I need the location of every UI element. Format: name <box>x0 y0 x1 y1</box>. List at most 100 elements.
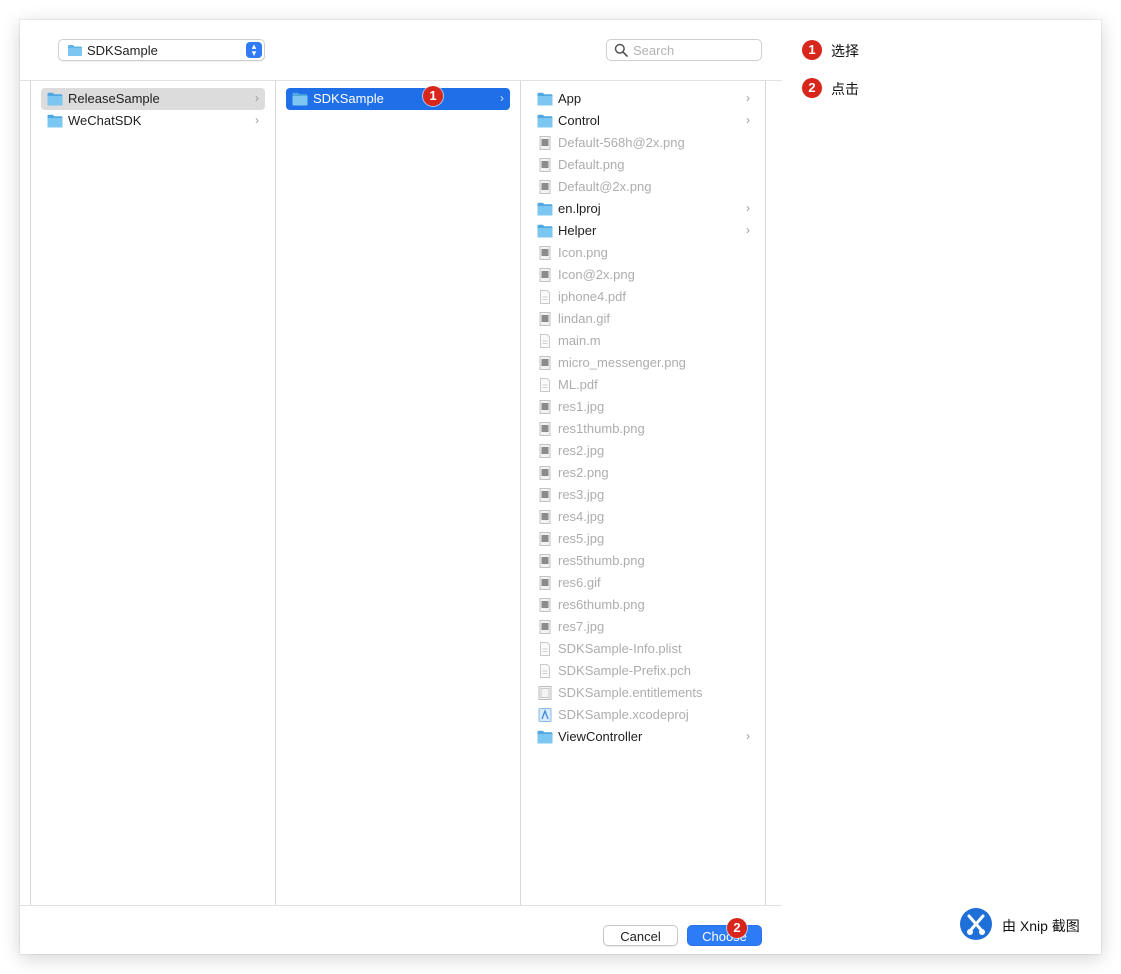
chevron-right-icon: › <box>746 223 750 237</box>
pdf-file-icon <box>537 290 553 304</box>
footer-divider <box>20 905 782 906</box>
open-panel-dialog: SDKSample ▴▾ ReleaseSample › WeChatSDK › SD… <box>20 20 782 954</box>
file-row[interactable]: SDKSample-Prefix.pch <box>531 660 756 682</box>
item-name: SDKSample.entitlements <box>558 685 703 700</box>
chevron-up-down-icon: ▴ ▾ <box>246 42 262 58</box>
item-name: res1thumb.png <box>558 421 645 436</box>
file-row[interactable]: res5thumb.png <box>531 550 756 572</box>
browser-column-3: App › Control › Default-568h@2x.png Default.p… <box>521 81 766 905</box>
folder-icon <box>537 202 553 216</box>
file-row[interactable]: res6thumb.png <box>531 594 756 616</box>
folder-row[interactable]: App › <box>531 88 756 110</box>
image-file-icon <box>537 180 553 194</box>
file-row[interactable]: ML.pdf <box>531 374 756 396</box>
item-name: res5thumb.png <box>558 553 645 568</box>
item-name: Control <box>558 113 600 128</box>
item-name: res7.jpg <box>558 619 605 634</box>
file-row[interactable]: SDKSample.xcodeproj <box>531 704 756 726</box>
cancel-button[interactable]: Cancel <box>603 925 678 946</box>
search-field[interactable] <box>606 39 762 61</box>
step-badge: 1 <box>802 40 822 60</box>
image-file-icon <box>537 136 553 150</box>
chevron-right-icon: › <box>500 91 504 105</box>
column-browser: ReleaseSample › WeChatSDK › SDKSample › 1 App… <box>30 81 766 905</box>
file-row[interactable]: iphone4.pdf <box>531 286 756 308</box>
folder-icon <box>67 44 83 62</box>
folder-row[interactable]: ViewController › <box>531 726 756 748</box>
xnip-logo-icon <box>960 908 992 940</box>
folder-icon <box>292 92 308 106</box>
file-row[interactable]: lindan.gif <box>531 308 756 330</box>
item-name: res2.png <box>558 465 609 480</box>
column-rows: SDKSample › 1 <box>276 81 520 110</box>
file-row[interactable]: micro_messenger.png <box>531 352 756 374</box>
item-name: SDKSample <box>313 91 384 106</box>
file-row[interactable]: SDKSample.entitlements <box>531 682 756 704</box>
folder-row[interactable]: WeChatSDK › <box>41 110 265 132</box>
watermark-text: 由 Xnip 截图 <box>1002 918 1080 934</box>
document-file-icon <box>537 664 553 678</box>
file-row[interactable]: res5.jpg <box>531 528 756 550</box>
item-name: res6thumb.png <box>558 597 645 612</box>
chevron-right-icon: › <box>746 201 750 215</box>
screenshot-canvas: SDKSample ▴▾ ReleaseSample › WeChatSDK › SD… <box>0 0 1121 974</box>
browser-column-1: ReleaseSample › WeChatSDK › <box>31 81 276 905</box>
choose-button[interactable]: Choose <box>687 925 762 946</box>
folder-row[interactable]: ReleaseSample › <box>41 88 265 110</box>
item-name: Default@2x.png <box>558 179 652 194</box>
document-file-icon <box>537 642 553 656</box>
file-row[interactable]: res7.jpg <box>531 616 756 638</box>
folder-row[interactable]: SDKSample › 1 <box>286 86 510 110</box>
image-file-icon <box>537 268 553 282</box>
item-name: en.lproj <box>558 201 601 216</box>
file-row[interactable]: main.m <box>531 330 756 352</box>
folder-icon <box>537 114 553 128</box>
image-file-icon <box>537 356 553 370</box>
item-name: ViewController <box>558 729 643 744</box>
file-row[interactable]: res2.png <box>531 462 756 484</box>
path-popup-label: SDKSample <box>87 43 158 58</box>
file-row[interactable]: res2.jpg <box>531 440 756 462</box>
folder-row[interactable]: Control › <box>531 110 756 132</box>
item-name: Helper <box>558 223 597 238</box>
item-name: main.m <box>558 333 601 348</box>
item-name: iphone4.pdf <box>558 289 626 304</box>
file-row[interactable]: SDKSample-Info.plist <box>531 638 756 660</box>
file-row[interactable]: Default@2x.png <box>531 176 756 198</box>
image-file-icon <box>537 466 553 480</box>
entitlements-file-icon <box>537 686 553 700</box>
image-file-icon <box>537 620 553 634</box>
folder-row[interactable]: Helper › <box>531 220 756 242</box>
item-name: res3.jpg <box>558 487 605 502</box>
item-name: res2.jpg <box>558 443 605 458</box>
file-row[interactable]: res1thumb.png <box>531 418 756 440</box>
file-row[interactable]: Default.png <box>531 154 756 176</box>
item-name: SDKSample-Info.plist <box>558 641 682 656</box>
image-file-icon <box>537 576 553 590</box>
image-file-icon <box>537 400 553 414</box>
folder-row[interactable]: en.lproj › <box>531 198 756 220</box>
path-popup-button[interactable]: SDKSample ▴ ▾ <box>58 39 265 61</box>
file-row[interactable]: Icon@2x.png <box>531 264 756 286</box>
file-row[interactable]: res4.jpg <box>531 506 756 528</box>
legend-label: 选择 <box>831 43 859 59</box>
search-input[interactable] <box>633 42 753 58</box>
search-icon <box>614 43 628 62</box>
image-file-icon <box>537 598 553 612</box>
column-rows: App › Control › Default-568h@2x.png Default.p… <box>521 81 766 748</box>
pdf-file-icon <box>537 378 553 392</box>
item-name: res5.jpg <box>558 531 605 546</box>
image-file-icon <box>537 532 553 546</box>
image-file-icon <box>537 158 553 172</box>
item-name: SDKSample.xcodeproj <box>558 707 689 722</box>
folder-icon <box>47 92 63 106</box>
file-row[interactable]: Default-568h@2x.png <box>531 132 756 154</box>
file-row[interactable]: res1.jpg <box>531 396 756 418</box>
file-row[interactable]: res3.jpg <box>531 484 756 506</box>
chevron-right-icon: › <box>255 91 259 105</box>
item-name: res6.gif <box>558 575 601 590</box>
source-file-icon <box>537 334 553 348</box>
file-row[interactable]: res6.gif <box>531 572 756 594</box>
item-name: lindan.gif <box>558 311 611 326</box>
file-row[interactable]: Icon.png <box>531 242 756 264</box>
